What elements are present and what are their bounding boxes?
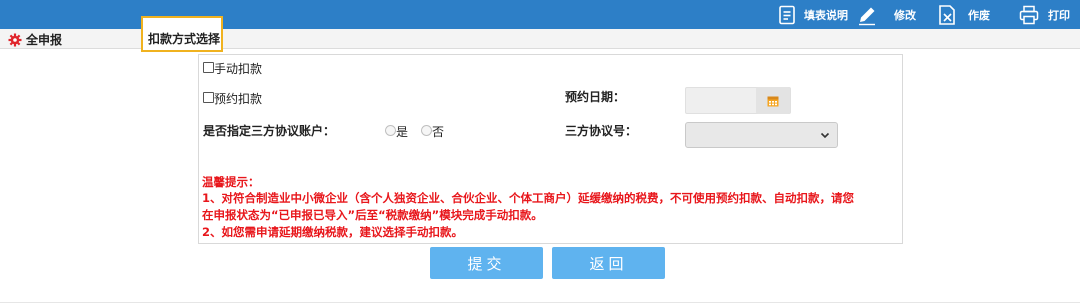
- scheduled-debit-checkbox[interactable]: [203, 92, 214, 103]
- fill-help-button[interactable]: 填表说明: [776, 0, 848, 29]
- document-icon: [776, 4, 798, 26]
- agreement-number-label: 三方协议号：: [565, 124, 638, 138]
- tab-all-label: 全申报: [26, 33, 63, 47]
- agreement-number-select[interactable]: [685, 122, 838, 148]
- modify-label: 修改: [894, 8, 916, 22]
- no-label: 否: [432, 125, 445, 139]
- manual-debit-checkbox[interactable]: [203, 62, 214, 73]
- gear-icon: [8, 33, 22, 46]
- print-label: 打印: [1048, 8, 1070, 22]
- designated-account-no-radio[interactable]: [421, 125, 432, 136]
- designated-account-yes-radio[interactable]: [385, 125, 396, 136]
- calendar-button[interactable]: [756, 87, 790, 114]
- yes-label: 是: [396, 125, 409, 139]
- tab-debit-method-label: 扣款方式选择: [148, 32, 221, 46]
- submit-label: 提交: [467, 254, 506, 273]
- bottom-divider: [0, 302, 1080, 303]
- calendar-icon: [767, 96, 779, 106]
- debit-method-form: 手动扣款 预约扣款 预约日期： 是否指定三方协议账户： 是 否 三方协议号： 温…: [198, 54, 903, 244]
- pencil-icon: [856, 4, 878, 26]
- notice-line-3: 2、如您需申请延期缴纳税款，建议选择手动扣款。: [202, 225, 463, 239]
- chevron-down-icon: [820, 132, 830, 139]
- scheduled-debit-label: 预约扣款: [214, 92, 263, 106]
- void-document-icon: [936, 4, 958, 26]
- manual-debit-label: 手动扣款: [214, 62, 263, 76]
- designated-account-label: 是否指定三方协议账户：: [203, 124, 336, 138]
- back-label: 返回: [589, 254, 628, 273]
- void-label: 作废: [968, 8, 990, 22]
- tab-all-declare[interactable]: 全申报: [8, 31, 62, 48]
- fill-help-label: 填表说明: [804, 8, 848, 22]
- notice-line-2: 在申报状态为“已申报已导入”后至“税款缴纳”模块完成手动扣款。: [202, 208, 543, 222]
- back-button[interactable]: 返回: [552, 247, 665, 279]
- print-button[interactable]: 打印: [1018, 0, 1070, 29]
- notice-title: 温馨提示：: [202, 175, 260, 189]
- notice-line-1: 1、对符合制造业中小微企业（含个人独资企业、合伙企业、个体工商户）延缓缴纳的税费…: [202, 191, 854, 205]
- printer-icon: [1018, 4, 1040, 26]
- scheduled-date-label: 预约日期：: [565, 90, 626, 104]
- modify-button[interactable]: 修改: [856, 0, 916, 29]
- tab-debit-method-selection[interactable]: 扣款方式选择: [141, 16, 223, 52]
- submit-button[interactable]: 提交: [430, 247, 543, 279]
- void-button[interactable]: 作废: [936, 0, 990, 29]
